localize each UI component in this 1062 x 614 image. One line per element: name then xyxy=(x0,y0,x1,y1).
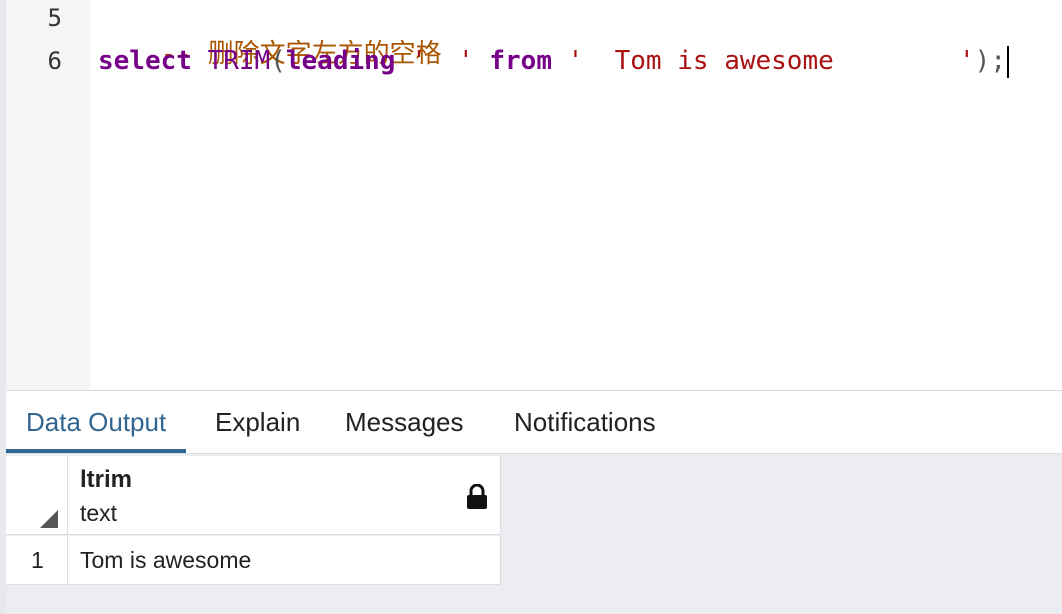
tab-messages[interactable]: Messages xyxy=(345,391,464,451)
text-cursor xyxy=(1006,45,1009,78)
sql-editor[interactable]: 5 6 -- 删除文字左方的空格 select TRIM(leading ' '… xyxy=(6,0,1062,390)
results-grid: ltrim text 1 Tom is awesome xyxy=(6,454,1062,614)
semicolon: ; xyxy=(990,46,1006,76)
keyword-from: from xyxy=(489,46,552,76)
column-header-ltrim[interactable]: ltrim text xyxy=(68,456,501,534)
cell-value: Tom is awesome xyxy=(80,547,252,573)
line-number-gutter: 5 6 xyxy=(6,0,90,390)
paren-open: ( xyxy=(270,46,286,76)
lock-icon xyxy=(467,484,487,509)
line-number: 6 xyxy=(47,47,62,75)
grid-corner[interactable] xyxy=(6,456,68,534)
code-line-query[interactable]: select TRIM(leading ' ' from ' Tom is aw… xyxy=(98,43,1009,79)
string-literal-source: ' Tom is awesome ' xyxy=(567,46,975,76)
results-tab-bar: Data Output Explain Messages Notificatio… xyxy=(6,391,1062,454)
line-number: 5 xyxy=(47,4,62,32)
tab-explain[interactable]: Explain xyxy=(215,391,300,451)
table-cell[interactable]: Tom is awesome xyxy=(68,536,501,585)
header-divider xyxy=(6,534,500,535)
keyword-select: select xyxy=(98,46,192,76)
keyword-leading: leading xyxy=(285,46,396,76)
tab-data-output[interactable]: Data Output xyxy=(6,391,187,453)
string-literal-trim-chars: ' ' xyxy=(411,46,474,76)
row-number: 1 xyxy=(31,547,44,573)
paren-close: ) xyxy=(974,46,991,76)
column-name: ltrim xyxy=(80,466,133,493)
row-number-cell[interactable]: 1 xyxy=(6,536,68,585)
tab-notifications[interactable]: Notifications xyxy=(514,391,656,451)
column-type: text xyxy=(80,500,118,526)
select-all-triangle-icon[interactable] xyxy=(40,510,58,528)
function-trim: TRIM xyxy=(207,46,271,76)
